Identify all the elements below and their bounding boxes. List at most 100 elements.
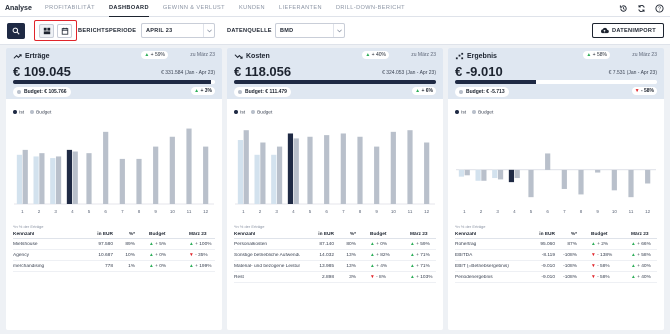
table-row[interactable]: EBIT (=Betriebsergebnis) -9.010 -108% ▼ - 5… [455, 261, 657, 272]
dashboard-view-button[interactable] [39, 23, 54, 38]
history-icon[interactable] [618, 3, 628, 13]
bar-ist-3[interactable] [271, 154, 277, 204]
trend-up-icon [13, 54, 22, 59]
table-row[interactable]: EBITDA -8.119 -108% ▼ - 138% ▲ + 58% [455, 250, 657, 261]
bar-ist-4[interactable] [66, 149, 73, 204]
bar-budget-3[interactable] [55, 156, 62, 204]
table-row[interactable]: Periodenergebnis -9.010 -108% ▼ - 58% ▲ + 40… [455, 272, 657, 283]
delta-arrow-icon: ▲ [189, 263, 194, 269]
progress-bar [13, 80, 215, 84]
bar-budget-6[interactable] [545, 153, 551, 170]
delta-arrow-icon: ▲ [631, 274, 636, 280]
bar-budget-11[interactable] [628, 169, 634, 198]
bar-budget-10[interactable] [169, 136, 175, 204]
bar-ist-1[interactable] [458, 169, 465, 177]
help-icon[interactable]: ? [654, 3, 664, 13]
bar-budget-4[interactable] [514, 169, 520, 179]
bar-ist-3[interactable] [50, 158, 56, 204]
x-tick-label: 9 [596, 209, 599, 214]
bar-budget-12[interactable] [203, 146, 209, 204]
source-label: DATENQUELLE [227, 28, 272, 34]
table-row[interactable]: Material- und bezogene Leistungen 13.985 1… [234, 261, 436, 272]
bar-ist-2[interactable] [475, 169, 481, 181]
nav-lieferanten[interactable]: LIEFERANTEN [279, 0, 322, 17]
table-row[interactable]: Sonstige betriebliche Aufwendungen 14.032… [234, 250, 436, 261]
bar-ist-3[interactable] [492, 169, 498, 179]
row-pct: 1% [128, 263, 135, 269]
calendar-view-button[interactable] [57, 23, 72, 38]
bar-budget-9[interactable] [153, 146, 159, 204]
bar-budget-8[interactable] [578, 169, 584, 195]
row-budget-value: + 5% [155, 241, 167, 247]
bar-budget-6[interactable] [324, 135, 330, 204]
bar-ist-1[interactable] [16, 154, 23, 204]
bar-budget-4[interactable] [72, 151, 78, 204]
bar-chart: 1 2 3 4 5 6 7 8 9 10 11 12 [14, 128, 214, 214]
bar-budget-9[interactable] [374, 146, 380, 204]
bar-budget-10[interactable] [390, 131, 396, 204]
row-pct: 87% [567, 241, 577, 247]
bar-ist-4[interactable] [508, 169, 515, 183]
nav-profitabilitaet[interactable]: PROFITABILITÄT [45, 0, 95, 17]
nav-kunden[interactable]: KUNDEN [239, 0, 265, 17]
budget-dot-icon [17, 90, 21, 94]
table-row[interactable]: Agency 10.687 10% ▲ + 0% ▼ - 35% [13, 250, 215, 261]
bar-budget-3[interactable] [276, 146, 283, 204]
delta-badge: ▲ + 40% [362, 51, 389, 59]
legend-dot-icon [251, 110, 256, 114]
bar-budget-12[interactable] [645, 169, 651, 184]
bar-budget-1[interactable] [22, 149, 28, 204]
bar-budget-8[interactable] [136, 158, 142, 204]
bar-budget-11[interactable] [186, 128, 192, 204]
bar-budget-5[interactable] [86, 153, 92, 204]
bar-ist-4[interactable] [287, 133, 294, 204]
bar-budget-4[interactable] [293, 138, 299, 204]
table-row[interactable]: Personalkosten 87.140 80% ▲ + 0% ▲ + 59% [234, 239, 436, 250]
x-tick-label: 12 [645, 209, 651, 214]
bar-budget-7[interactable] [340, 133, 346, 204]
bar-budget-7[interactable] [119, 158, 125, 204]
bar-budget-1[interactable] [243, 130, 249, 204]
nav-gewinn-verlust[interactable]: GEWINN & VERLUST [163, 0, 225, 17]
col-budget: Budget [149, 231, 166, 237]
bar-budget-2[interactable] [260, 142, 266, 205]
ytd-value: € 324.053 (Jan - Apr 23) [382, 70, 436, 76]
bar-ist-1[interactable] [237, 140, 244, 204]
row-eur: 14.032 [319, 252, 334, 258]
data-import-button[interactable]: DATENIMPORT [592, 23, 664, 38]
budget-badge: Budget: € -5.713 [455, 87, 509, 97]
bar-budget-9[interactable] [595, 169, 601, 173]
row-maerz-value: + 103% [416, 274, 433, 280]
x-tick-label: 3 [275, 209, 278, 214]
bar-ist-2[interactable] [33, 156, 39, 204]
table-row[interactable]: Rest 2.898 3% ▼ - 8% ▲ + 103% [234, 272, 436, 283]
bar-budget-5[interactable] [307, 136, 313, 204]
bar-budget-7[interactable] [561, 169, 567, 189]
cloud-upload-icon [601, 27, 609, 34]
bar-budget-12[interactable] [424, 142, 430, 205]
bar-budget-11[interactable] [407, 130, 413, 204]
nav-dashboard[interactable]: DASHBOARD [108, 0, 149, 17]
nav-drill-down[interactable]: DRILL-DOWN-BERICHT [336, 0, 405, 17]
bar-budget-6[interactable] [103, 131, 109, 204]
search-button[interactable] [7, 23, 25, 39]
trend-down-icon [234, 54, 243, 59]
row-eur: 97.580 [98, 241, 113, 247]
row-maerz: ▲ + 103% [396, 275, 436, 280]
bar-ist-2[interactable] [254, 154, 260, 204]
period-select[interactable]: APRIL 23 [141, 23, 215, 38]
bar-budget-2[interactable] [39, 153, 45, 204]
bar-budget-10[interactable] [611, 169, 617, 191]
bar-budget-8[interactable] [357, 136, 363, 204]
table-row[interactable]: Rohertrag 95.060 87% ▲ + 2% ▲ + 66% [455, 239, 657, 250]
budget-dot-icon [459, 90, 463, 94]
table-row[interactable]: merchandising 778 1% ▲ + 0% ▲ + 199% [13, 261, 215, 272]
table-row[interactable]: Mietshouse 97.580 89% ▲ + 5% ▲ + 100% [13, 239, 215, 250]
bar-budget-3[interactable] [497, 169, 504, 180]
bar-budget-5[interactable] [528, 169, 534, 198]
bar-budget-2[interactable] [481, 169, 487, 181]
x-tick-label: 5 [309, 209, 312, 214]
bar-budget-1[interactable] [464, 169, 470, 176]
refresh-icon[interactable] [636, 3, 646, 13]
source-select[interactable]: BMD [275, 23, 345, 38]
